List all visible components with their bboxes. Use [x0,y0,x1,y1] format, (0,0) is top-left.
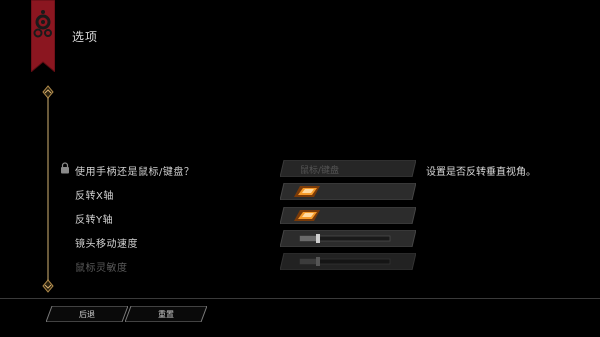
invert-x-toggle[interactable] [280,183,416,200]
banner-emblem [31,0,55,72]
mouse-sensitivity-slider[interactable] [280,253,416,270]
back-button-label: 后退 [79,310,95,319]
footer-divider [0,298,600,299]
setting-label-invert-y: 反转Y轴 [75,215,114,226]
scroll-down-icon[interactable] [42,279,54,293]
options-screen: 选项 使用手柄还是鼠标/键盘？ 反转X轴 反转Y轴 镜头移动速度 鼠标灵敏度 鼠… [0,0,600,337]
setting-label-invert-x: 反转X轴 [75,191,114,202]
setting-description: 设置是否反转垂直视角。 [426,167,536,178]
back-button[interactable]: 后退 [46,306,128,322]
setting-label-camera-speed: 镜头移动速度 [75,239,138,250]
reset-button[interactable]: 重置 [125,306,207,322]
reset-button-label: 重置 [158,310,174,319]
lock-icon [61,162,69,174]
input-device-dropdown[interactable]: 鼠标/键盘 [280,160,416,177]
slider-thumb [316,257,320,266]
scroll-up-icon[interactable] [42,85,54,99]
input-device-value: 鼠标/键盘 [300,166,340,176]
setting-label-input-device: 使用手柄还是鼠标/键盘？ [75,167,195,178]
scroll-rail[interactable] [40,84,56,294]
camera-speed-slider[interactable] [280,230,416,247]
setting-label-mouse-sensitivity: 鼠标灵敏度 [75,263,128,274]
invert-y-toggle[interactable] [280,207,416,224]
page-title: 选项 [72,30,99,44]
slider-thumb[interactable] [316,234,320,243]
